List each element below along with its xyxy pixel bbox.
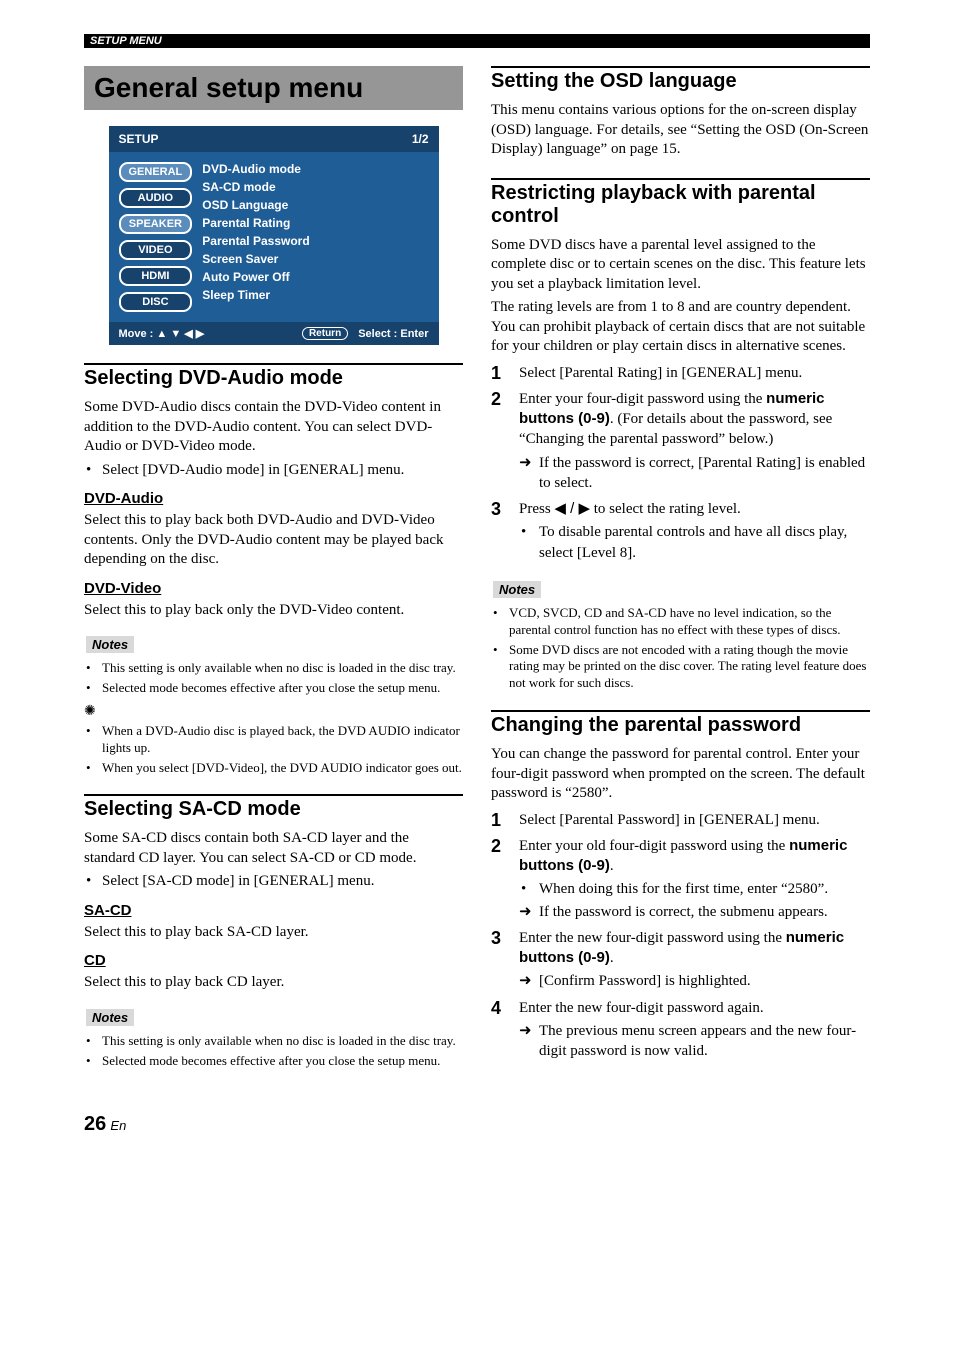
notes-label: Notes <box>493 581 541 598</box>
tip-item: When you select [DVD-Video], the DVD AUD… <box>86 760 463 777</box>
step-item: Enter the new four-digit password again.… <box>491 998 870 1062</box>
left-right-icon: ◀ / ▶ <box>554 500 590 517</box>
body-text: Select this to play back CD layer. <box>84 973 463 993</box>
notes-label: Notes <box>86 636 134 653</box>
osd-foot-select: Select : Enter <box>358 328 428 340</box>
osd-return-button: Return <box>302 327 348 340</box>
osd-item: Parental Rating <box>202 216 309 230</box>
osd-item: Auto Power Off <box>202 270 309 284</box>
body-text: Select this to play back both DVD-Audio … <box>84 511 463 570</box>
step-item: Enter the new four-digit password using … <box>491 928 870 992</box>
osd-screenshot: SETUP 1/2 GENERAL AUDIO SPEAKER VIDEO HD… <box>109 126 439 345</box>
option-heading: DVD-Audio <box>84 490 463 507</box>
step-item: Enter your four-digit password using the… <box>491 389 870 493</box>
note-item: VCD, SVCD, CD and SA-CD have no level in… <box>493 605 870 639</box>
option-heading: CD <box>84 952 463 969</box>
note-item: This setting is only available when no d… <box>86 1033 463 1050</box>
osd-tab-general: GENERAL <box>119 162 193 182</box>
list-item: Select [DVD-Audio mode] in [GENERAL] men… <box>86 461 463 481</box>
result-item: [Confirm Password] is highlighted. <box>519 971 870 991</box>
osd-tab-video: VIDEO <box>119 240 193 260</box>
result-item: If the password is correct, the submenu … <box>519 902 870 922</box>
osd-item: Parental Password <box>202 234 309 248</box>
osd-tab-audio: AUDIO <box>119 188 193 208</box>
body-text: Some SA-CD discs contain both SA-CD laye… <box>84 829 463 868</box>
notes-label: Notes <box>86 1009 134 1026</box>
step-item: Select [Parental Password] in [GENERAL] … <box>491 810 870 830</box>
osd-foot-move: Move : ▲ ▼ ◀ ▶ <box>119 327 205 340</box>
body-text: The rating levels are from 1 to 8 and ar… <box>491 298 870 357</box>
note-item: Selected mode becomes effective after yo… <box>86 680 463 697</box>
osd-title: SETUP <box>119 132 159 146</box>
note-item: This setting is only available when no d… <box>86 660 463 677</box>
step-item: Select [Parental Rating] in [GENERAL] me… <box>491 363 870 383</box>
osd-option-list: DVD-Audio mode SA-CD mode OSD Language P… <box>202 162 309 312</box>
section-heading: Selecting SA-CD mode <box>84 794 463 821</box>
osd-page-indicator: 1/2 <box>412 132 429 146</box>
body-text: You can change the password for parental… <box>491 745 870 804</box>
result-item: If the password is correct, [Parental Ra… <box>519 453 870 494</box>
tip-item: When a DVD-Audio disc is played back, th… <box>86 723 463 757</box>
body-text: Some DVD-Audio discs contain the DVD-Vid… <box>84 398 463 457</box>
page-footer: 26 En <box>84 1113 870 1136</box>
step-item: Enter your old four-digit password using… <box>491 836 870 922</box>
osd-tab-disc: DISC <box>119 292 193 312</box>
body-text: Some DVD discs have a parental level ass… <box>491 236 870 295</box>
step-item: Press ◀ / ▶ to select the rating level. … <box>491 499 870 563</box>
tip-icon: ✺ <box>84 703 463 720</box>
section-heading: Restricting playback with parental contr… <box>491 178 870 228</box>
list-item: Select [SA-CD mode] in [GENERAL] menu. <box>86 872 463 892</box>
body-text: Select this to play back only the DVD-Vi… <box>84 601 463 621</box>
osd-item: Screen Saver <box>202 252 309 266</box>
section-heading: Selecting DVD-Audio mode <box>84 363 463 390</box>
result-item: The previous menu screen appears and the… <box>519 1021 870 1062</box>
page-title: General setup menu <box>84 66 463 110</box>
running-header: SETUP MENU <box>84 34 870 48</box>
note-item: Some DVD discs are not encoded with a ra… <box>493 642 870 693</box>
page-number: 26 <box>84 1113 106 1135</box>
option-heading: DVD-Video <box>84 580 463 597</box>
section-heading: Changing the parental password <box>491 710 870 737</box>
osd-item: SA-CD mode <box>202 180 309 194</box>
body-text: This menu contains various options for t… <box>491 101 870 160</box>
osd-item: DVD-Audio mode <box>202 162 309 176</box>
osd-tab-speaker: SPEAKER <box>119 214 193 234</box>
note-item: Selected mode becomes effective after yo… <box>86 1053 463 1070</box>
option-heading: SA-CD <box>84 902 463 919</box>
osd-item: OSD Language <box>202 198 309 212</box>
page-lang: En <box>110 1118 126 1133</box>
sub-item: To disable parental controls and have al… <box>519 522 870 563</box>
section-heading: Setting the OSD language <box>491 66 870 93</box>
osd-item: Sleep Timer <box>202 288 309 302</box>
body-text: Select this to play back SA-CD layer. <box>84 923 463 943</box>
osd-tab-hdmi: HDMI <box>119 266 193 286</box>
sub-item: When doing this for the first time, ente… <box>519 879 870 899</box>
